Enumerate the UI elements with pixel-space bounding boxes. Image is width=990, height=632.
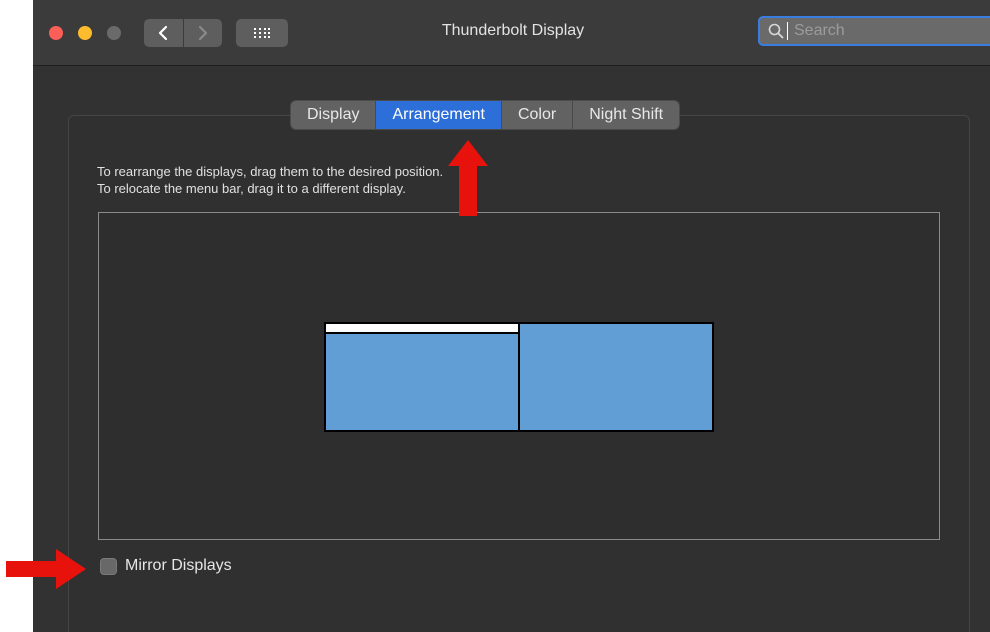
search-input[interactable]: [794, 22, 964, 40]
annotation-arrow-up-icon: [448, 140, 488, 216]
mirror-displays-label: Mirror Displays: [125, 557, 232, 574]
tab-bar: Display Arrangement Color Night Shift: [291, 101, 680, 129]
title-bar: Thunderbolt Display: [33, 0, 990, 66]
navigation-buttons: [144, 19, 222, 47]
forward-button[interactable]: [182, 19, 223, 47]
window-title: Thunderbolt Display: [441, 22, 585, 39]
annotation-arrow-right-icon: [6, 549, 86, 589]
tab-night-shift[interactable]: Night Shift: [572, 101, 679, 129]
tab-arrangement[interactable]: Arrangement: [375, 101, 501, 129]
show-all-button[interactable]: [236, 19, 288, 47]
back-button[interactable]: [144, 19, 183, 47]
instruction-line-2: To relocate the menu bar, drag it to a d…: [97, 181, 406, 196]
display-thumbnail-2[interactable]: [518, 322, 714, 432]
menu-bar-indicator[interactable]: [326, 324, 518, 334]
search-field[interactable]: [758, 16, 990, 46]
chevron-right-icon: [198, 25, 207, 41]
tab-color[interactable]: Color: [500, 101, 572, 129]
close-button[interactable]: [49, 26, 63, 40]
display-thumbnail-1[interactable]: [324, 322, 520, 432]
arrangement-instructions: To rearrange the displays, drag them to …: [97, 163, 443, 197]
instruction-line-1: To rearrange the displays, drag them to …: [97, 164, 444, 179]
grid-icon: [254, 28, 270, 38]
chevron-left-icon: [159, 25, 168, 41]
text-cursor: [787, 22, 788, 40]
system-preferences-window: Thunderbolt Display Display Arrangement …: [33, 0, 990, 632]
search-icon: [768, 23, 784, 39]
tab-display[interactable]: Display: [291, 101, 375, 129]
minimize-button[interactable]: [78, 26, 92, 40]
mirror-displays-option[interactable]: Mirror Displays: [100, 557, 232, 575]
mirror-displays-checkbox[interactable]: [100, 557, 117, 575]
zoom-button[interactable]: [107, 26, 121, 40]
display-arrangement-area: [98, 212, 940, 540]
